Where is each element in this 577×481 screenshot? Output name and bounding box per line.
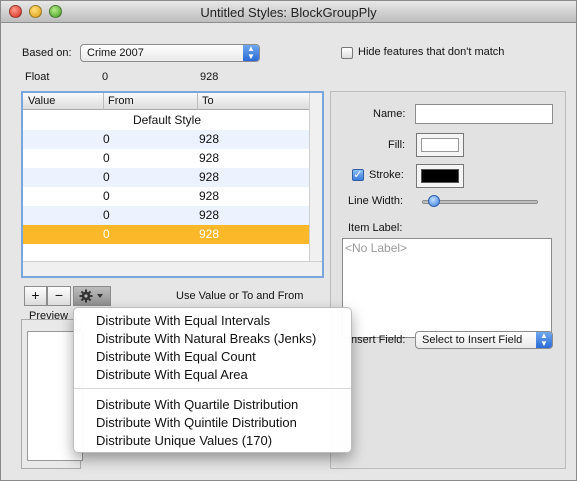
table-row[interactable]: 0 928 xyxy=(23,130,311,149)
item-label-placeholder: <No Label> xyxy=(345,241,408,255)
table-row[interactable]: 0 928 xyxy=(23,149,311,168)
table-horizontal-scrollbar[interactable] xyxy=(23,261,322,276)
style-ranges-table[interactable]: Value From To Default Style 0 928 0 928 … xyxy=(21,91,324,278)
summary-to-value: 928 xyxy=(200,71,219,83)
menu-item-equal-area[interactable]: Distribute With Equal Area xyxy=(96,367,248,382)
line-width-label: Line Width: xyxy=(348,195,404,207)
fill-color-swatch xyxy=(421,138,459,152)
style-properties-panel: Name: Fill: ✓ Stroke: Line Width: Item L… xyxy=(330,91,566,469)
table-row[interactable]: 0 928 xyxy=(23,168,311,187)
styles-window: Untitled Styles: BlockGroupPly Based on:… xyxy=(0,0,577,481)
action-menu-button[interactable] xyxy=(73,286,111,306)
row-from: 0 xyxy=(103,151,110,165)
insert-field-popup[interactable]: Select to Insert Field ▲ ▼ xyxy=(415,331,553,349)
table-header: Value From To xyxy=(23,93,311,110)
row-from: 0 xyxy=(103,170,110,184)
popup-arrows-icon: ▲ ▼ xyxy=(536,332,552,348)
based-on-label: Based on: xyxy=(22,47,72,59)
window-title: Untitled Styles: BlockGroupPly xyxy=(200,5,377,20)
based-on-popup[interactable]: Crime 2007 ▲ ▼ xyxy=(80,44,260,62)
row-from: 0 xyxy=(103,132,110,146)
distribute-menu: Distribute With Equal Intervals Distribu… xyxy=(73,307,352,453)
column-header-value[interactable]: Value xyxy=(28,95,55,107)
fill-label: Fill: xyxy=(388,139,406,151)
gear-icon xyxy=(79,289,103,303)
title-bar[interactable]: Untitled Styles: BlockGroupPly xyxy=(1,1,576,23)
menu-item-equal-count[interactable]: Distribute With Equal Count xyxy=(96,349,256,364)
row-to: 928 xyxy=(199,227,220,241)
preview-label: Preview xyxy=(29,310,69,322)
table-row-selected[interactable]: 0 928 xyxy=(23,225,311,244)
table-vertical-scrollbar[interactable] xyxy=(309,93,322,261)
row-from: 0 xyxy=(103,227,110,241)
menu-item-equal-intervals[interactable]: Distribute With Equal Intervals xyxy=(96,313,270,328)
menu-item-quartile[interactable]: Distribute With Quartile Distribution xyxy=(96,397,298,412)
default-style-label: Default Style xyxy=(132,113,202,127)
hide-features-checkbox[interactable] xyxy=(341,47,353,59)
insert-field-value: Select to Insert Field xyxy=(422,334,523,346)
table-row[interactable]: 0 928 xyxy=(23,206,311,225)
row-to: 928 xyxy=(199,151,220,165)
summary-from-value: 0 xyxy=(102,71,109,83)
value-type-label: Float xyxy=(25,71,50,83)
row-to: 928 xyxy=(199,170,220,184)
row-to: 928 xyxy=(199,189,220,203)
menu-item-quintile[interactable]: Distribute With Quintile Distribution xyxy=(96,415,297,430)
item-label-label: Item Label: xyxy=(348,222,403,234)
use-value-text: Use Value or To and From xyxy=(176,290,304,302)
add-style-button[interactable]: + xyxy=(24,286,47,306)
table-row[interactable]: 0 928 xyxy=(23,187,311,206)
column-header-to[interactable]: To xyxy=(197,93,214,110)
row-from: 0 xyxy=(103,189,110,203)
popup-arrows-icon: ▲ ▼ xyxy=(243,45,259,61)
fill-color-well[interactable] xyxy=(416,133,464,157)
name-input[interactable] xyxy=(415,104,553,124)
name-label: Name: xyxy=(373,108,406,120)
stroke-color-well[interactable] xyxy=(416,164,464,188)
remove-style-button[interactable]: − xyxy=(47,286,71,306)
menu-item-natural-breaks[interactable]: Distribute With Natural Breaks (Jenks) xyxy=(96,331,316,346)
stroke-color-swatch xyxy=(421,169,459,183)
row-from: 0 xyxy=(103,208,110,222)
column-header-from[interactable]: From xyxy=(103,93,134,110)
based-on-value: Crime 2007 xyxy=(87,47,144,59)
stroke-checkbox[interactable]: ✓ xyxy=(352,169,364,181)
row-to: 928 xyxy=(199,208,220,222)
insert-field-label: Insert Field: xyxy=(348,334,406,346)
line-width-slider-knob[interactable] xyxy=(428,195,440,207)
table-row-default[interactable]: Default Style xyxy=(23,111,311,130)
hide-features-label[interactable]: Hide features that don't match xyxy=(358,46,504,58)
stroke-label: Stroke: xyxy=(369,169,404,181)
row-to: 928 xyxy=(199,132,220,146)
menu-separator xyxy=(74,388,351,389)
menu-item-unique-values[interactable]: Distribute Unique Values (170) xyxy=(96,433,272,448)
item-label-textarea[interactable]: <No Label> xyxy=(342,238,552,338)
chevron-down-icon xyxy=(97,294,103,298)
